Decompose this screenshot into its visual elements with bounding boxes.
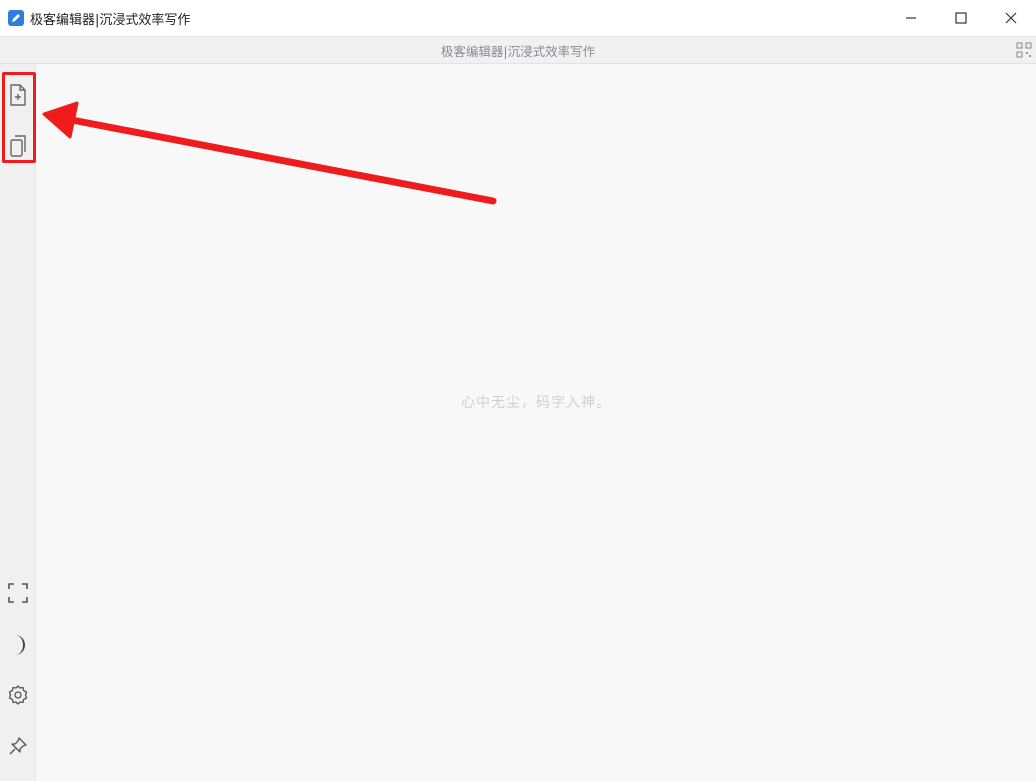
pin-button[interactable] <box>6 734 30 758</box>
settings-button[interactable] <box>6 683 30 707</box>
document-title-bar: 极客编辑器|沉浸式效率写作 <box>0 36 1036 64</box>
qr-code-button[interactable] <box>1016 42 1032 58</box>
close-button[interactable] <box>986 0 1036 36</box>
document-title: 极客编辑器|沉浸式效率写作 <box>440 43 596 59</box>
close-icon <box>1005 12 1017 24</box>
app-logo-icon <box>8 10 24 26</box>
minimize-button[interactable] <box>886 0 936 36</box>
window-controls <box>886 0 1036 36</box>
fullscreen-button[interactable] <box>6 581 30 605</box>
moon-icon <box>15 635 25 655</box>
maximize-button[interactable] <box>936 0 986 36</box>
minimize-icon <box>906 17 916 19</box>
pin-icon <box>9 737 27 755</box>
editor-placeholder: 心中无尘，码字入神。 <box>461 395 611 411</box>
annotation-highlight-box <box>2 72 36 163</box>
qr-code-icon <box>1016 42 1032 58</box>
window-titlebar: 极客编辑器|沉浸式效率写作 <box>0 0 1036 36</box>
dark-mode-button[interactable] <box>6 633 30 657</box>
gear-icon <box>8 685 28 705</box>
maximize-icon <box>955 12 967 24</box>
sidebar <box>0 64 36 781</box>
fullscreen-icon <box>8 583 28 603</box>
editor-area[interactable]: 心中无尘，码字入神。 <box>36 64 1036 781</box>
window-title: 极客编辑器|沉浸式效率写作 <box>30 12 191 28</box>
